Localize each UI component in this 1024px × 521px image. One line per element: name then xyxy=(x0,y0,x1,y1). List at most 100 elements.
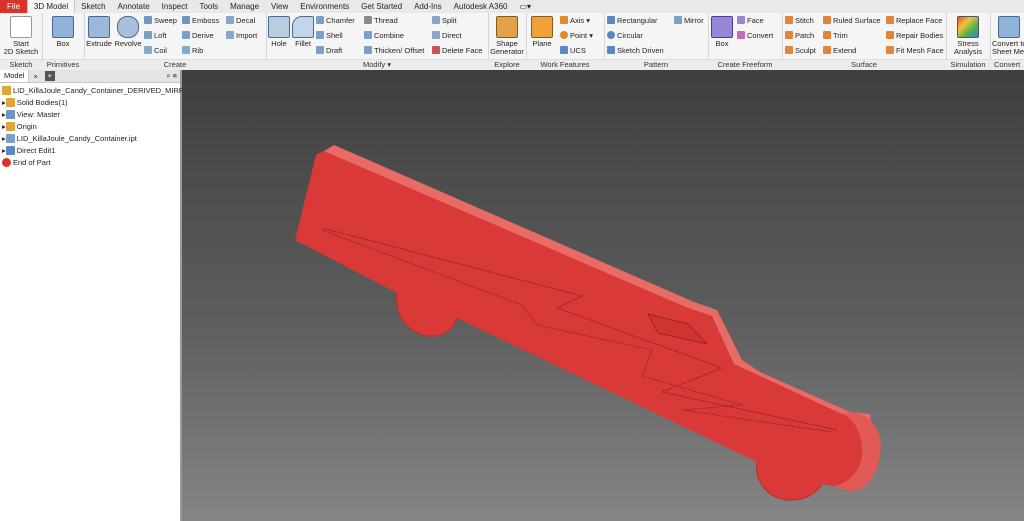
sketch-driven-pattern-button[interactable]: Sketch Driven xyxy=(607,46,664,55)
freeform-box-icon xyxy=(711,16,733,38)
thicken-offset-button[interactable]: Thicken/ Offset xyxy=(364,46,424,55)
tab-get-started[interactable]: Get Started xyxy=(355,0,408,13)
graphics-viewport[interactable] xyxy=(182,70,1024,521)
browser-tab-model[interactable]: Model xyxy=(0,70,30,82)
browser-tree: LID_KillaJoule_Candy_Container_DERIVED_M… xyxy=(0,85,206,169)
start-2d-sketch-button[interactable]: Start 2D Sketch xyxy=(2,13,40,56)
patch-button[interactable]: Patch xyxy=(785,31,814,40)
chevron-down-icon: ▾ xyxy=(387,60,391,69)
tab-environments[interactable]: Environments xyxy=(294,0,355,13)
panel-label-primitives: Primitives xyxy=(42,59,84,70)
decal-button[interactable]: Decal xyxy=(226,16,255,25)
stitch-button[interactable]: Stitch xyxy=(785,16,814,25)
freeform-box-button[interactable]: Box xyxy=(709,13,735,48)
delete-face-button[interactable]: Delete Face xyxy=(432,46,482,55)
import-button[interactable]: Import xyxy=(226,31,257,40)
combine-button[interactable]: Combine xyxy=(364,31,404,40)
sketch-driven-icon xyxy=(607,46,615,54)
shell-button[interactable]: Shell xyxy=(316,31,343,40)
sculpt-button[interactable]: Sculpt xyxy=(785,46,816,55)
ucs-button[interactable]: UCS xyxy=(560,46,586,55)
tab-sketch[interactable]: Sketch xyxy=(75,0,111,13)
revolve-button[interactable]: Revolve xyxy=(114,13,142,48)
panel-label-modify[interactable]: Modify ▾ xyxy=(266,59,488,70)
tree-item-origin[interactable]: ▸ Origin xyxy=(0,121,180,133)
axis-button[interactable]: Axis ▾ xyxy=(560,16,590,25)
stress-analysis-button[interactable]: Stress Analysis xyxy=(948,13,988,56)
repair-bodies-button[interactable]: Repair Bodies xyxy=(886,31,943,40)
panel-primitives: Box Primitives xyxy=(42,13,85,70)
box-primitive-button[interactable]: Box xyxy=(44,13,82,48)
sheet-metal-icon xyxy=(998,16,1020,38)
freeform-face-button[interactable]: Face xyxy=(737,16,764,25)
mirror-icon xyxy=(674,16,682,24)
add-tab-icon[interactable]: + xyxy=(44,71,55,81)
split-button[interactable]: Split xyxy=(432,16,457,25)
tab-view[interactable]: View xyxy=(265,0,294,13)
tab-file[interactable]: File xyxy=(0,0,27,13)
tab-tools[interactable]: Tools xyxy=(193,0,224,13)
tree-item-direct-edit[interactable]: ▸ Direct Edit1 xyxy=(0,145,180,157)
circular-pattern-button[interactable]: Circular xyxy=(607,31,643,40)
ruled-surface-button[interactable]: Ruled Surface xyxy=(823,16,881,25)
extrude-button[interactable]: Extrude xyxy=(86,13,112,48)
extend-button[interactable]: Extend xyxy=(823,46,856,55)
coil-button[interactable]: Coil xyxy=(144,46,167,55)
panel-explore: Shape Generator Explore xyxy=(488,13,527,70)
hole-button[interactable]: Hole xyxy=(268,13,290,48)
panel-sketch: Start 2D Sketch Sketch xyxy=(0,13,43,70)
panel-create-freeform: Box Face Convert Create Freeform xyxy=(708,13,783,70)
tab-annotate[interactable]: Annotate xyxy=(112,0,156,13)
stitch-icon xyxy=(785,16,793,24)
tree-item-end-of-part[interactable]: End of Part xyxy=(0,157,180,169)
tab-autodesk-a360[interactable]: Autodesk A360 xyxy=(448,0,514,13)
rectangular-pattern-button[interactable]: Rectangular xyxy=(607,16,657,25)
panel-label-create: Create xyxy=(84,59,266,70)
thread-button[interactable]: Thread xyxy=(364,16,398,25)
tab-3d-model[interactable]: 3D Model xyxy=(26,0,76,13)
thread-icon xyxy=(364,16,372,24)
tab-add-ins[interactable]: Add-Ins xyxy=(408,0,448,13)
draft-button[interactable]: Draft xyxy=(316,46,342,55)
import-icon xyxy=(226,31,234,39)
trim-button[interactable]: Trim xyxy=(823,31,848,40)
tree-item-view-master[interactable]: ▸ View: Master xyxy=(0,109,180,121)
close-icon[interactable]: × xyxy=(29,72,41,81)
derive-button[interactable]: Derive xyxy=(182,31,214,40)
part-icon xyxy=(2,86,11,95)
hole-icon xyxy=(268,16,290,38)
draft-icon xyxy=(316,46,324,54)
freeform-convert-button[interactable]: Convert xyxy=(737,31,773,40)
rib-button[interactable]: Rib xyxy=(182,46,203,55)
replace-face-button[interactable]: Replace Face xyxy=(886,16,942,25)
panel-label-explore: Explore xyxy=(488,59,526,70)
shape-generator-button[interactable]: Shape Generator xyxy=(489,13,525,56)
mirror-button[interactable]: Mirror xyxy=(674,16,704,25)
panel-pattern: Rectangular Circular Sketch Driven Mirro… xyxy=(604,13,709,70)
loft-button[interactable]: Loft xyxy=(144,31,167,40)
tab-inspect[interactable]: Inspect xyxy=(156,0,194,13)
point-button[interactable]: Point ▾ xyxy=(560,31,593,40)
fit-mesh-face-icon xyxy=(886,46,894,54)
tree-item-solid-bodies[interactable]: ▸ Solid Bodies(1) xyxy=(0,97,180,109)
chamfer-icon xyxy=(316,16,324,24)
tab-manage[interactable]: Manage xyxy=(224,0,265,13)
chamfer-button[interactable]: Chamfer xyxy=(316,16,355,25)
fit-mesh-face-button[interactable]: Fit Mesh Face xyxy=(886,46,944,55)
tree-item-part-root[interactable]: LID_KillaJoule_Candy_Container_DERIVED_M… xyxy=(0,85,206,97)
panel-label-pattern: Pattern xyxy=(604,59,708,70)
browser-search-menu-icon[interactable]: ⌕ ≡ xyxy=(166,70,177,82)
panel-create: Extrude Revolve Sweep Loft Coil Emboss D… xyxy=(84,13,267,70)
fillet-button[interactable]: Fillet xyxy=(292,13,314,48)
plane-button[interactable]: Plane xyxy=(528,13,556,48)
convert-icon xyxy=(737,31,745,39)
combine-icon xyxy=(364,31,372,39)
ribbon-display-toggle-icon[interactable]: ▭▾ xyxy=(514,0,538,13)
emboss-button[interactable]: Emboss xyxy=(182,16,219,25)
sweep-icon xyxy=(144,16,152,24)
direct-button[interactable]: Direct xyxy=(432,31,462,40)
panel-label-simulation: Simulation xyxy=(946,59,990,70)
sweep-button[interactable]: Sweep xyxy=(144,16,177,25)
tree-item-derived-part[interactable]: ▸ LID_KillaJoule_Candy_Container.ipt xyxy=(0,133,180,145)
convert-to-sheet-metal-button[interactable]: Convert to Sheet Metal xyxy=(992,13,1024,56)
